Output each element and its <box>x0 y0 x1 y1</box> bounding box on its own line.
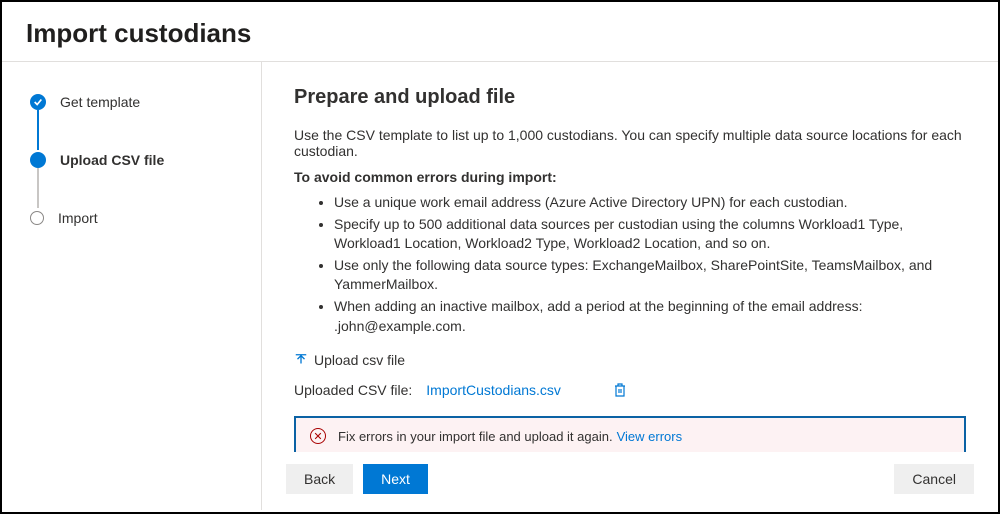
step-label: Upload CSV file <box>60 152 164 168</box>
uploaded-label: Uploaded CSV file: <box>294 382 412 398</box>
back-button[interactable]: Back <box>286 464 353 494</box>
upload-icon <box>294 353 308 367</box>
intro-text: Use the CSV template to list up to 1,000… <box>294 127 966 159</box>
dialog-title: Import custodians <box>26 18 974 49</box>
wizard-step-upload-csv[interactable]: Upload CSV file <box>30 148 241 172</box>
step-connector <box>37 110 39 150</box>
upload-csv-label: Upload csv file <box>314 352 405 368</box>
section-heading: Prepare and upload file <box>294 86 966 109</box>
wizard-steps-sidebar: Get template Upload CSV file Import <box>2 62 262 510</box>
dialog-frame: Import custodians Get template Upload CS… <box>0 0 1000 514</box>
trash-icon <box>613 382 627 398</box>
uploaded-filename[interactable]: ImportCustodians.csv <box>426 382 561 398</box>
next-button[interactable]: Next <box>363 464 428 494</box>
error-message: Fix errors in your import file and uploa… <box>338 429 613 444</box>
tip-item: Use only the following data source types… <box>334 256 966 295</box>
wizard-steps: Get template Upload CSV file Import <box>30 90 241 230</box>
tips-list: Use a unique work email address (Azure A… <box>294 193 966 336</box>
tip-item: When adding an inactive mailbox, add a p… <box>334 297 966 336</box>
dialog-body: Get template Upload CSV file Import Prep… <box>2 62 998 510</box>
tip-item: Specify up to 500 additional data source… <box>334 215 966 254</box>
error-banner: ✕ Fix errors in your import file and upl… <box>294 416 966 456</box>
dot-icon <box>30 152 46 168</box>
wizard-step-get-template[interactable]: Get template <box>30 90 241 114</box>
circle-icon <box>30 211 44 225</box>
cancel-button[interactable]: Cancel <box>894 464 974 494</box>
step-connector <box>37 168 39 208</box>
uploaded-file-row: Uploaded CSV file: ImportCustodians.csv <box>294 382 966 398</box>
step-label: Get template <box>60 94 140 110</box>
error-icon: ✕ <box>310 428 326 444</box>
dialog-footer: Back Next Cancel <box>262 452 998 510</box>
tips-heading: To avoid common errors during import: <box>294 169 966 185</box>
delete-file-button[interactable] <box>613 382 627 398</box>
tip-item: Use a unique work email address (Azure A… <box>334 193 966 213</box>
check-icon <box>30 94 46 110</box>
main-content: Prepare and upload file Use the CSV temp… <box>262 62 998 510</box>
upload-csv-button[interactable]: Upload csv file <box>294 352 405 368</box>
step-label: Import <box>58 210 98 226</box>
wizard-step-import[interactable]: Import <box>30 206 241 230</box>
view-errors-link[interactable]: View errors <box>617 429 683 444</box>
dialog-header: Import custodians <box>2 2 998 62</box>
